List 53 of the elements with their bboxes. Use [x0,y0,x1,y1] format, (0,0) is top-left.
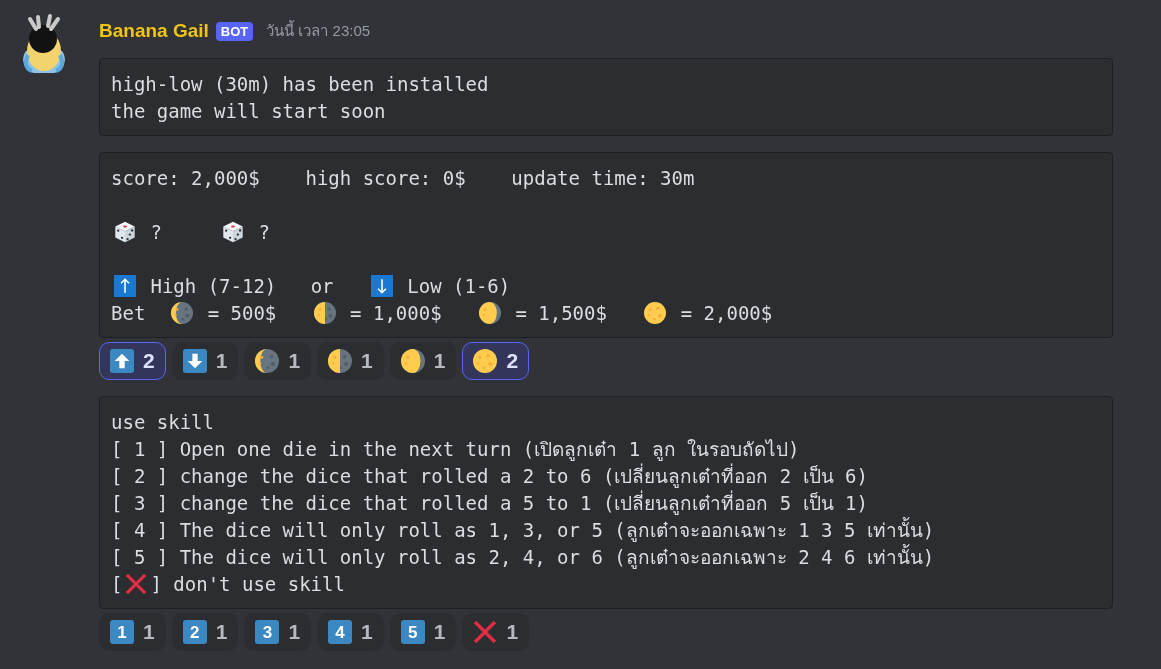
full-moon-icon [473,349,498,373]
gibbous-moon-icon [478,301,501,324]
code-text: [ 5 ] The dice will only roll as 2, 4, or 6 (ลูกเต๋าจะออกเฉพาะ 2 4 6 เท่านั้น) [111,543,935,571]
code-text: Bet [111,301,146,324]
code-text: or [310,274,334,297]
reaction-button[interactable]: 1 [389,342,457,380]
reaction-button[interactable]: 2 1 [171,613,239,651]
code-text: [ 3 ] change the dice that rolled a 5 to 1 (เปลี่ยนลูกเต๋าที่ออก 5 เป็น 1) [111,489,868,517]
reaction-button[interactable]: 1 [171,342,239,380]
crescent-moon-icon [255,349,280,373]
code-text: = 2,000$ [680,301,773,324]
code-text: ? [258,220,270,243]
half-moon-icon [313,301,336,324]
half-moon-icon [328,349,353,373]
code-text: [ 4 ] The dice will only roll as 1, 3, or 5 (ลูกเต๋าจะออกเฉพาะ 1 3 5 เท่านั้น) [111,516,935,544]
gibbous-moon-icon [400,349,425,373]
dice-icon [114,220,136,243]
reaction-button[interactable]: 2 [99,342,166,380]
reaction-button[interactable]: 3 1 [244,613,312,651]
number-keycap: 2 [182,620,207,644]
code-text: = 1,500$ [515,301,607,324]
reaction-button[interactable]: 1 1 [99,613,166,651]
code-text: [ 1 ] Open one die in the next turn (เปิดลูกเต๋า 1 ลูก ในรอบถัดไป) [111,436,800,463]
code-text: high-low (30m) has been installed [111,72,489,95]
crescent-moon-icon [171,301,194,324]
code-text: Low (1-6) [407,274,511,297]
code-text: [ 2 ] change the dice that rolled a 2 to 6 (เปลี่ยนลูกเต๋าที่ออก 2 เป็น 6) [111,462,868,490]
reaction-button[interactable]: 4 1 [317,613,384,651]
code-text: the game will start soon [111,99,386,122]
code-text: = 1,000$ [350,301,442,324]
code-text: score: 2,000$ high score: 0$ update time: 30m [111,166,695,189]
code-text: ? [150,220,162,243]
bot-tag: BOT [215,21,254,41]
author-name[interactable]: Banana Gail [99,20,209,42]
number-keycap: 4 [328,620,353,644]
number-keycap: 5 [400,620,425,644]
number-keycap: 3 [255,620,280,644]
reaction-button[interactable]: 5 1 [389,613,457,651]
reaction-button[interactable]: 1 [317,342,384,380]
message-timestamp: วันนี้ เวลา 23:05 [266,19,371,41]
cross-mark-icon [473,620,498,644]
full-moon-icon [644,301,667,324]
number-keycap: 1 [110,620,134,644]
code-text: [ [111,572,123,595]
reaction-button[interactable]: 1 [462,613,530,651]
code-text: = 500$ [207,301,277,324]
reaction-button[interactable]: 2 [462,342,530,380]
cross-mark-icon [125,572,148,595]
code-text: use skill [111,410,214,433]
code-text: ] don't use skill [150,572,345,595]
code-text: High (7-12) [150,274,277,297]
dice-icon [222,220,245,243]
reaction-button[interactable]: 1 [244,342,312,380]
